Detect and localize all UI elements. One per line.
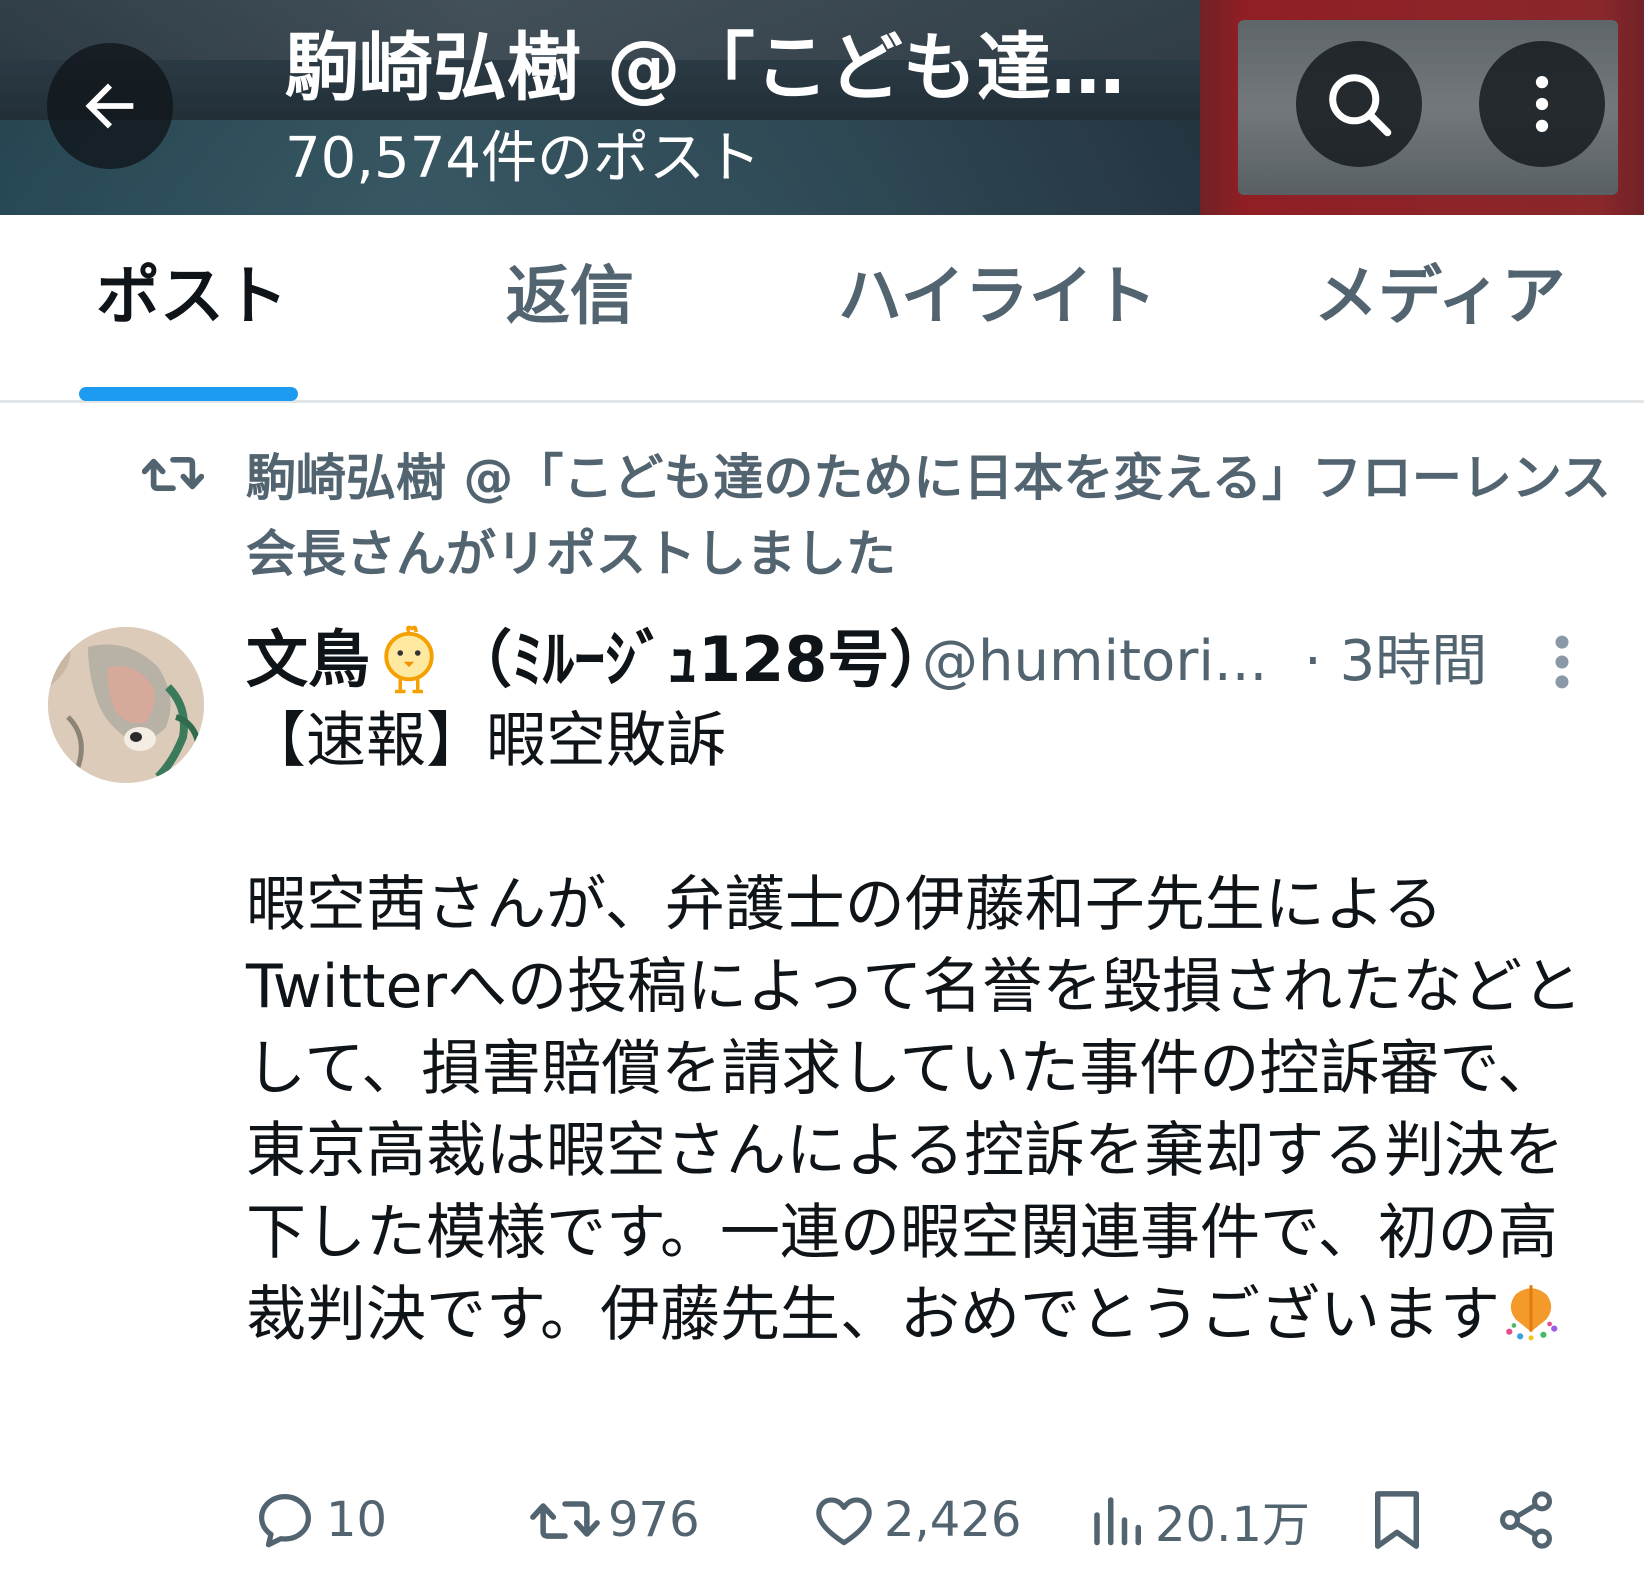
display-name-text: 文鳥 — [246, 623, 371, 696]
repost-notice[interactable]: 駒崎弘樹 @「こども達のために日本を変える」フローレンス 会長さんがリポストしま… — [246, 440, 1644, 592]
party-popper-icon — [1506, 1285, 1558, 1341]
header-title: 駒崎弘樹 @「こども達のために日本を変える」フローレンス 会長 — [285, 25, 1185, 111]
tab-highlights[interactable]: ハイライト — [838, 255, 1157, 339]
tab-posts[interactable]: ポスト — [96, 255, 288, 339]
tweet-header: 文鳥 （ﾐﾙｰｼﾞｭ128号） @humitori... · 3時間 — [246, 618, 1626, 708]
tweet-timestamp[interactable]: · 3時間 — [1304, 624, 1487, 700]
heart-icon — [816, 1497, 872, 1546]
profile-header: 駒崎弘樹 @「こども達のために日本を変える」フローレンス 会長 70,574件の… — [0, 0, 1644, 215]
bird-avatar-icon — [48, 627, 204, 783]
avatar[interactable] — [48, 627, 204, 783]
tweet-blank-line: ​ — [246, 782, 1606, 864]
bookmark-icon — [1375, 1491, 1419, 1549]
more-options-button[interactable] — [1479, 41, 1605, 167]
profile-tabs: ポスト 返信 ハイライト メディア — [0, 215, 1644, 403]
like-count: 2,426 — [884, 1492, 1022, 1548]
repost-button[interactable]: 976 — [530, 1480, 700, 1560]
tab-media[interactable]: メディア — [1314, 255, 1566, 339]
display-name[interactable]: 文鳥 （ﾐﾙｰｼﾞｭ128号） — [246, 618, 951, 702]
repost-icon — [530, 1501, 600, 1539]
tweet-more-icon[interactable] — [1540, 628, 1584, 696]
back-button[interactable] — [47, 43, 173, 169]
tweet-text[interactable]: 【速報】暇空敗訴​暇空茜さんが、弁護士の伊藤和子先生によるTwitterへの投稿… — [246, 700, 1606, 1356]
tweet-actions: 10 976 2,426 20.1万 — [0, 1480, 1644, 1560]
repost-icon — [142, 456, 204, 492]
views-count: 20.1万 — [1155, 1497, 1310, 1553]
analytics-icon — [1094, 1497, 1141, 1546]
reply-button[interactable]: 10 — [252, 1480, 387, 1560]
arrow-left-icon — [85, 83, 134, 129]
post-count: 70,574件のポスト — [285, 126, 761, 191]
bookmark-button[interactable] — [1368, 1480, 1426, 1560]
active-tab-indicator — [79, 387, 298, 401]
chick-emoji-icon — [384, 625, 434, 694]
search-icon — [1329, 74, 1392, 137]
tweet-headline: 【速報】暇空敗訴 — [246, 706, 726, 776]
search-button[interactable] — [1296, 41, 1422, 167]
repost-count: 976 — [608, 1492, 700, 1548]
share-icon — [1500, 1491, 1552, 1549]
views-button[interactable]: 20.1万 — [1087, 1480, 1310, 1560]
display-name-suffix: （ﾐﾙｰｼﾞｭ128号） — [450, 623, 952, 696]
tab-replies[interactable]: 返信 — [506, 255, 634, 339]
like-button[interactable]: 2,426 — [812, 1480, 1021, 1560]
share-button[interactable] — [1494, 1480, 1558, 1560]
reply-icon — [259, 1494, 311, 1548]
reply-count: 10 — [326, 1492, 388, 1548]
more-vertical-icon — [1535, 76, 1549, 132]
user-handle[interactable]: @humitori... — [922, 624, 1302, 700]
tweet-paragraph: 暇空茜さんが、弁護士の伊藤和子先生によるTwitterへの投稿によって名誉を毀損… — [246, 870, 1583, 1350]
